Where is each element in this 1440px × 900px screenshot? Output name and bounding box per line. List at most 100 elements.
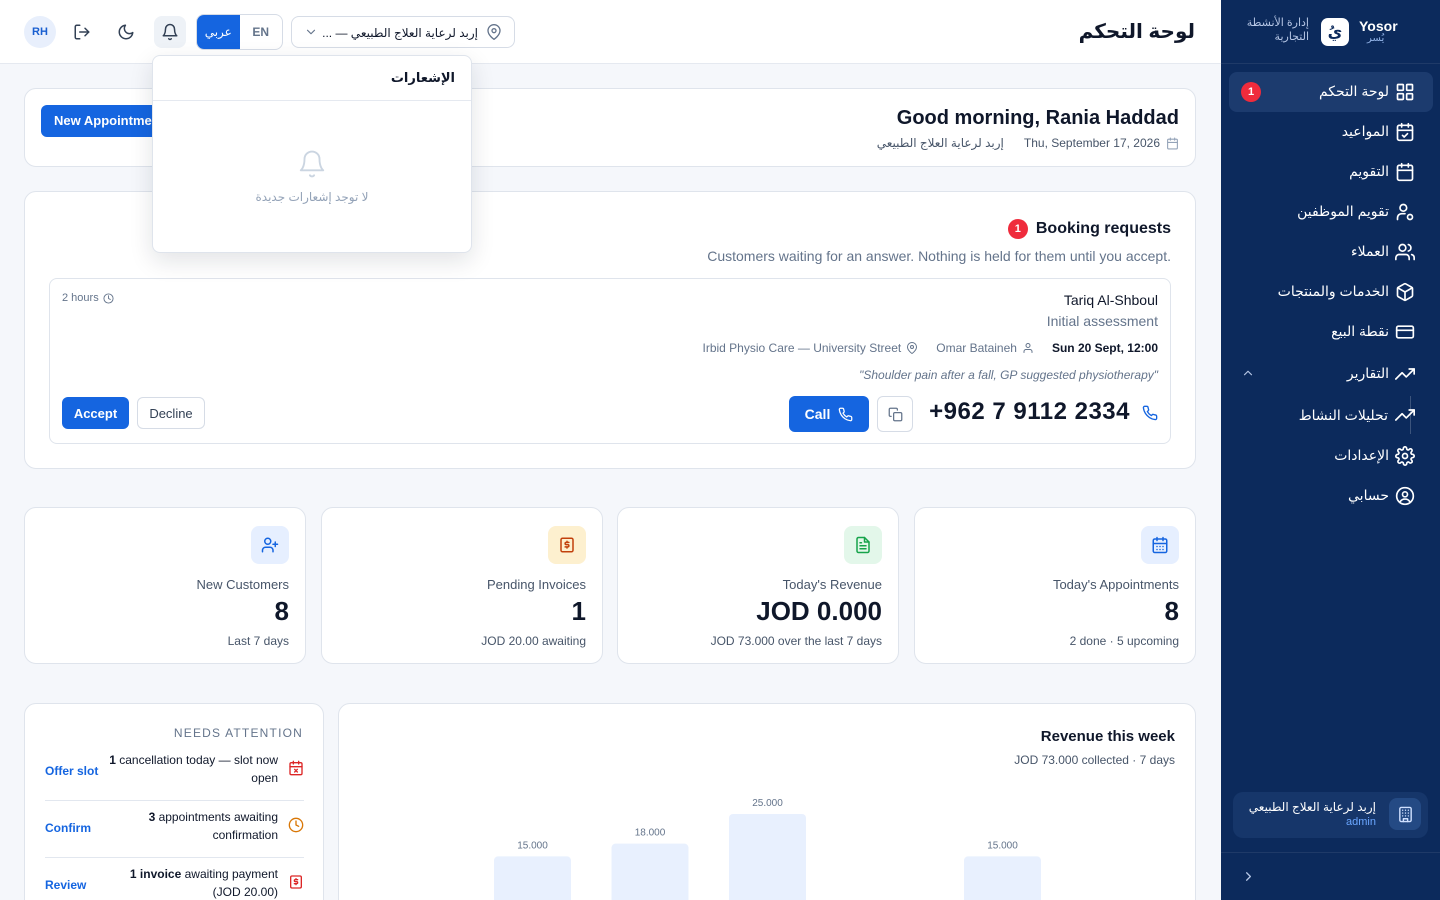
copy-icon bbox=[888, 407, 902, 421]
org-switcher[interactable]: إربد لرعاية العلاج الطبيعي admin bbox=[1233, 792, 1428, 838]
brand-name-ar: يُسر bbox=[1367, 33, 1385, 44]
revenue-bar-label: 15.000 bbox=[987, 840, 1018, 851]
avatar[interactable]: RH bbox=[24, 16, 56, 48]
request-service: Initial assessment bbox=[1046, 313, 1158, 329]
attention-item-text: 1 cancellation today — slot now open bbox=[108, 751, 278, 787]
sidebar: إدارة الأنشطة التجارية يُ Yosor يُسر 1 ل… bbox=[1221, 0, 1440, 900]
lang-ar-button[interactable]: عربي bbox=[197, 15, 240, 49]
sidebar-item-services[interactable]: الخدمات والمنتجات bbox=[1229, 272, 1433, 312]
document-icon bbox=[856, 536, 870, 554]
review-button[interactable]: Review bbox=[45, 878, 86, 892]
request-datetime: Sun 20 Sept, 12:00 bbox=[1051, 341, 1158, 355]
invoice-icon bbox=[560, 537, 574, 553]
calendar-icon bbox=[1396, 162, 1414, 182]
stat-label: Today's Appointments bbox=[1052, 577, 1179, 592]
page-title: لوحة التحكم bbox=[1078, 21, 1195, 43]
sidebar-item-customers[interactable]: العملاء bbox=[1229, 232, 1433, 272]
sidebar-item-pos[interactable]: نقطة البيع bbox=[1229, 312, 1433, 352]
sidebar-item-account[interactable]: حسابي bbox=[1229, 476, 1433, 516]
sidebar-item-label: الخدمات والمنتجات bbox=[1277, 283, 1389, 299]
revenue-bar-label: 25.000 bbox=[752, 798, 783, 809]
request-phone[interactable]: +962 7 9112 2334 bbox=[929, 398, 1130, 426]
request-customer-name: Tariq Al-Shboul bbox=[1063, 292, 1158, 308]
sidebar-footer bbox=[1221, 852, 1440, 900]
sidebar-item-reports[interactable]: التقارير bbox=[1229, 354, 1433, 394]
needs-attention-card: NEEDS ATTENTION 1 cancellation today — s… bbox=[24, 703, 324, 900]
attention-count: 1 invoice bbox=[129, 867, 182, 881]
sidebar-item-dashboard[interactable]: 1 لوحة التحكم bbox=[1229, 72, 1433, 112]
request-details: Irbid Physio Care — University Street Om… bbox=[703, 341, 1159, 355]
stat-label: Today's Revenue bbox=[782, 577, 882, 592]
call-button-label: Call bbox=[804, 406, 831, 422]
offer-slot-button[interactable]: Offer slot bbox=[45, 764, 98, 778]
sidebar-item-activity-analytics[interactable]: تحليلات النشاط bbox=[1265, 397, 1425, 433]
request-note: "Shoulder pain after a fall, GP suggeste… bbox=[859, 368, 1158, 382]
stat-card-invoices: Pending Invoices 1 JOD 20.00 awaiting bbox=[321, 507, 603, 664]
revenue-bar-label: 18.000 bbox=[635, 828, 666, 839]
greeting-date: Thu, September 17, 2026 bbox=[1023, 136, 1160, 150]
revenue-chart: 15.000 18.000 25.000 15.000 bbox=[494, 798, 1041, 900]
confirm-button[interactable]: Confirm bbox=[45, 821, 91, 835]
users-icon bbox=[1395, 243, 1415, 261]
stat-sub: 2 done · 5 upcoming bbox=[1069, 634, 1179, 648]
notifications-button[interactable] bbox=[154, 16, 186, 48]
sidebar-item-label: الإعدادات bbox=[1334, 447, 1389, 463]
accept-button[interactable]: Accept bbox=[62, 397, 129, 429]
attention-item: 1 cancellation today — slot now open Off… bbox=[45, 744, 304, 801]
decline-button[interactable]: Decline bbox=[137, 397, 205, 429]
package-icon bbox=[1396, 282, 1414, 302]
stat-icon-bg bbox=[844, 526, 882, 564]
trending-up-icon bbox=[1395, 409, 1415, 421]
building-icon bbox=[1398, 806, 1412, 822]
needs-attention-title: NEEDS ATTENTION bbox=[173, 726, 303, 740]
call-button[interactable]: Call bbox=[789, 396, 869, 432]
sidebar-item-calendar[interactable]: التقويم bbox=[1229, 152, 1433, 192]
attention-item-text: 1 invoice awaiting payment (JOD 20.00) bbox=[108, 865, 278, 900]
map-pin-icon bbox=[907, 342, 918, 354]
gear-icon bbox=[1395, 446, 1415, 466]
chevron-right-icon[interactable] bbox=[1241, 869, 1256, 884]
copy-phone-button[interactable] bbox=[877, 396, 913, 432]
moon-icon bbox=[118, 24, 134, 40]
sidebar-item-label: المواعيد bbox=[1341, 123, 1389, 139]
sidebar-item-label: حسابي bbox=[1348, 487, 1389, 503]
phone-icon bbox=[839, 407, 853, 421]
booking-request-item: Tariq Al-Shboul Initial assessment 2 hou… bbox=[49, 278, 1171, 444]
attention-desc: appointments awaiting confirmation bbox=[155, 810, 278, 842]
request-location-text: Irbid Physio Care — University Street bbox=[702, 341, 902, 355]
greeting-org: إربد لرعاية العلاج الطبيعي bbox=[876, 136, 1004, 150]
attention-desc: awaiting payment (JOD 20.00) bbox=[181, 867, 278, 899]
logout-button[interactable] bbox=[66, 16, 98, 48]
location-select[interactable]: إربد لرعاية العلاج الطبيعي — ... bbox=[291, 16, 515, 48]
sidebar-item-appointments[interactable]: المواعيد bbox=[1229, 112, 1433, 152]
lang-en-button[interactable]: EN bbox=[240, 15, 283, 49]
greeting-title: Good morning, Rania Haddad bbox=[896, 107, 1179, 129]
sidebar-item-staff-calendar[interactable]: تقويم الموظفين bbox=[1229, 192, 1433, 232]
request-staff: Omar Bataineh bbox=[936, 341, 1034, 355]
calendar-x-icon bbox=[289, 760, 303, 776]
sidebar-item-label: تقويم الموظفين bbox=[1297, 203, 1389, 219]
booking-title-text: Booking requests bbox=[1035, 220, 1171, 237]
stat-label: Pending Invoices bbox=[486, 577, 586, 592]
calendar-check-icon bbox=[1396, 122, 1414, 142]
clock-icon bbox=[103, 292, 114, 304]
theme-toggle-button[interactable] bbox=[110, 16, 142, 48]
logout-icon bbox=[74, 24, 90, 40]
stat-card-revenue: Today's Revenue JOD 0.000 JOD 73.000 ove… bbox=[617, 507, 899, 664]
stat-icon-bg bbox=[1141, 526, 1179, 564]
sidebar-item-label: التقارير bbox=[1346, 365, 1389, 381]
sidebar-item-settings[interactable]: الإعدادات bbox=[1229, 436, 1433, 476]
phone-icon bbox=[1142, 405, 1158, 421]
stat-label: New Customers bbox=[196, 577, 289, 592]
org-icon-bg bbox=[1389, 798, 1421, 830]
map-pin-icon bbox=[487, 24, 501, 40]
sidebar-item-label: العملاء bbox=[1351, 243, 1389, 259]
stat-value: JOD 0.000 bbox=[756, 596, 882, 626]
user-plus-icon bbox=[261, 537, 279, 553]
stat-icon-bg bbox=[548, 526, 586, 564]
attention-count: 1 bbox=[109, 753, 116, 767]
revenue-bar bbox=[494, 856, 571, 900]
request-staff-text: Omar Bataineh bbox=[936, 341, 1017, 355]
request-age: 2 hours bbox=[62, 292, 114, 304]
notifications-empty: لا توجد إشعارات جديدة bbox=[255, 190, 369, 204]
